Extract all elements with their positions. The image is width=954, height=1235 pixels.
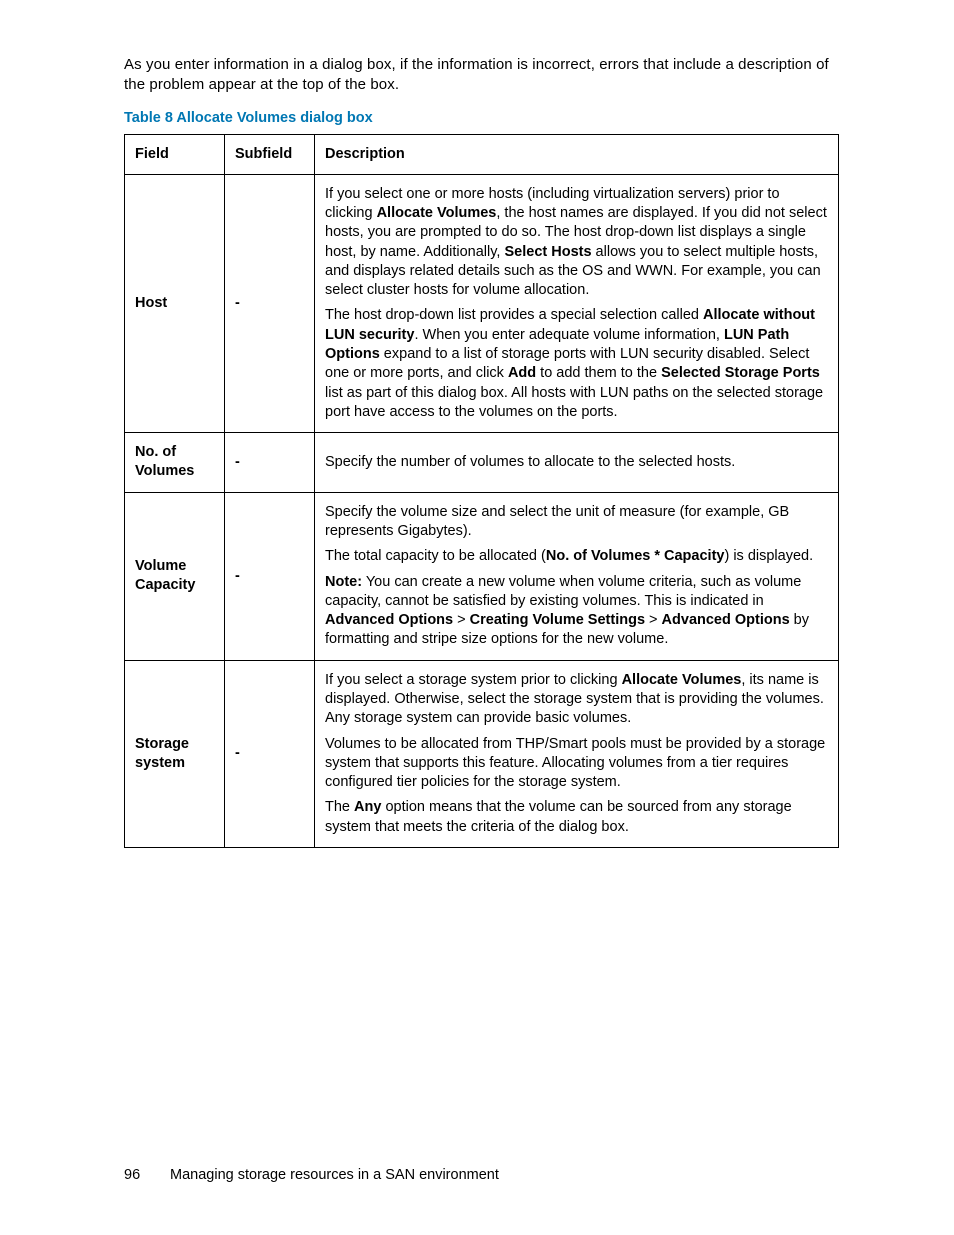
- footer-title: Managing storage resources in a SAN envi…: [170, 1167, 499, 1183]
- text: . When you enter adequate volume informa…: [414, 327, 724, 343]
- cell-description: If you select one or more hosts (includi…: [315, 174, 839, 432]
- text: Volumes to be allocated from THP/Smart p…: [325, 735, 828, 793]
- header-field: Field: [125, 134, 225, 174]
- allocate-volumes-table: Field Subfield Description Host - If you…: [124, 134, 839, 848]
- text-bold: Add: [508, 365, 536, 381]
- cell-subfield: -: [225, 174, 315, 432]
- header-subfield: Subfield: [225, 134, 315, 174]
- text: If you select a storage system prior to …: [325, 672, 622, 688]
- text: option means that the volume can be sour…: [325, 799, 792, 834]
- text: list as part of this dialog box. All hos…: [325, 385, 823, 420]
- table-header-row: Field Subfield Description: [125, 134, 839, 174]
- cell-description: Specify the volume size and select the u…: [315, 492, 839, 660]
- intro-paragraph: As you enter information in a dialog box…: [124, 55, 839, 96]
- text: >: [645, 612, 662, 628]
- cell-description: Specify the number of volumes to allocat…: [315, 433, 839, 493]
- header-description: Description: [315, 134, 839, 174]
- text: The total capacity to be allocated (: [325, 548, 546, 564]
- table-row: Volume Capa­city - Specify the volume si…: [125, 492, 839, 660]
- text-bold: Advanced Options: [662, 612, 790, 628]
- cell-subfield: -: [225, 433, 315, 493]
- cell-subfield: -: [225, 660, 315, 847]
- text-bold: Note:: [325, 574, 362, 590]
- cell-subfield: -: [225, 492, 315, 660]
- table-row: Host - If you select one or more hosts (…: [125, 174, 839, 432]
- text: The host drop-down list provides a speci…: [325, 307, 703, 323]
- table-row: Storage sys­tem - If you select a storag…: [125, 660, 839, 847]
- cell-field: Volume Capa­city: [125, 492, 225, 660]
- text-bold: Select Hosts: [504, 244, 591, 260]
- text-bold: Selected Storage Ports: [661, 365, 820, 381]
- text: You can create a new volume when volume …: [325, 574, 801, 609]
- text: Specify the volume size and select the u…: [325, 503, 828, 542]
- cell-field: No. of Volumes: [125, 433, 225, 493]
- text: >: [453, 612, 470, 628]
- text-bold: Allocate Volumes: [377, 205, 497, 221]
- cell-field: Storage sys­tem: [125, 660, 225, 847]
- text-bold: Advanced Options: [325, 612, 453, 628]
- page: As you enter information in a dialog box…: [0, 0, 954, 1235]
- cell-field: Host: [125, 174, 225, 432]
- cell-description: If you select a storage system prior to …: [315, 660, 839, 847]
- text-bold: No. of Volumes * Capacity: [546, 548, 725, 564]
- text: to add them to the: [536, 365, 661, 381]
- text-bold: Allocate Volumes: [622, 672, 742, 688]
- text-bold: Creating Volume Settings: [470, 612, 645, 628]
- page-footer: 96 Managing storage resources in a SAN e…: [124, 1167, 499, 1183]
- table-caption: Table 8 Allocate Volumes dialog box: [124, 110, 839, 126]
- page-number: 96: [124, 1167, 166, 1183]
- table-row: No. of Volumes - Specify the number of v…: [125, 433, 839, 493]
- text: ) is displayed.: [724, 548, 813, 564]
- text: The: [325, 799, 354, 815]
- text-bold: Any: [354, 799, 381, 815]
